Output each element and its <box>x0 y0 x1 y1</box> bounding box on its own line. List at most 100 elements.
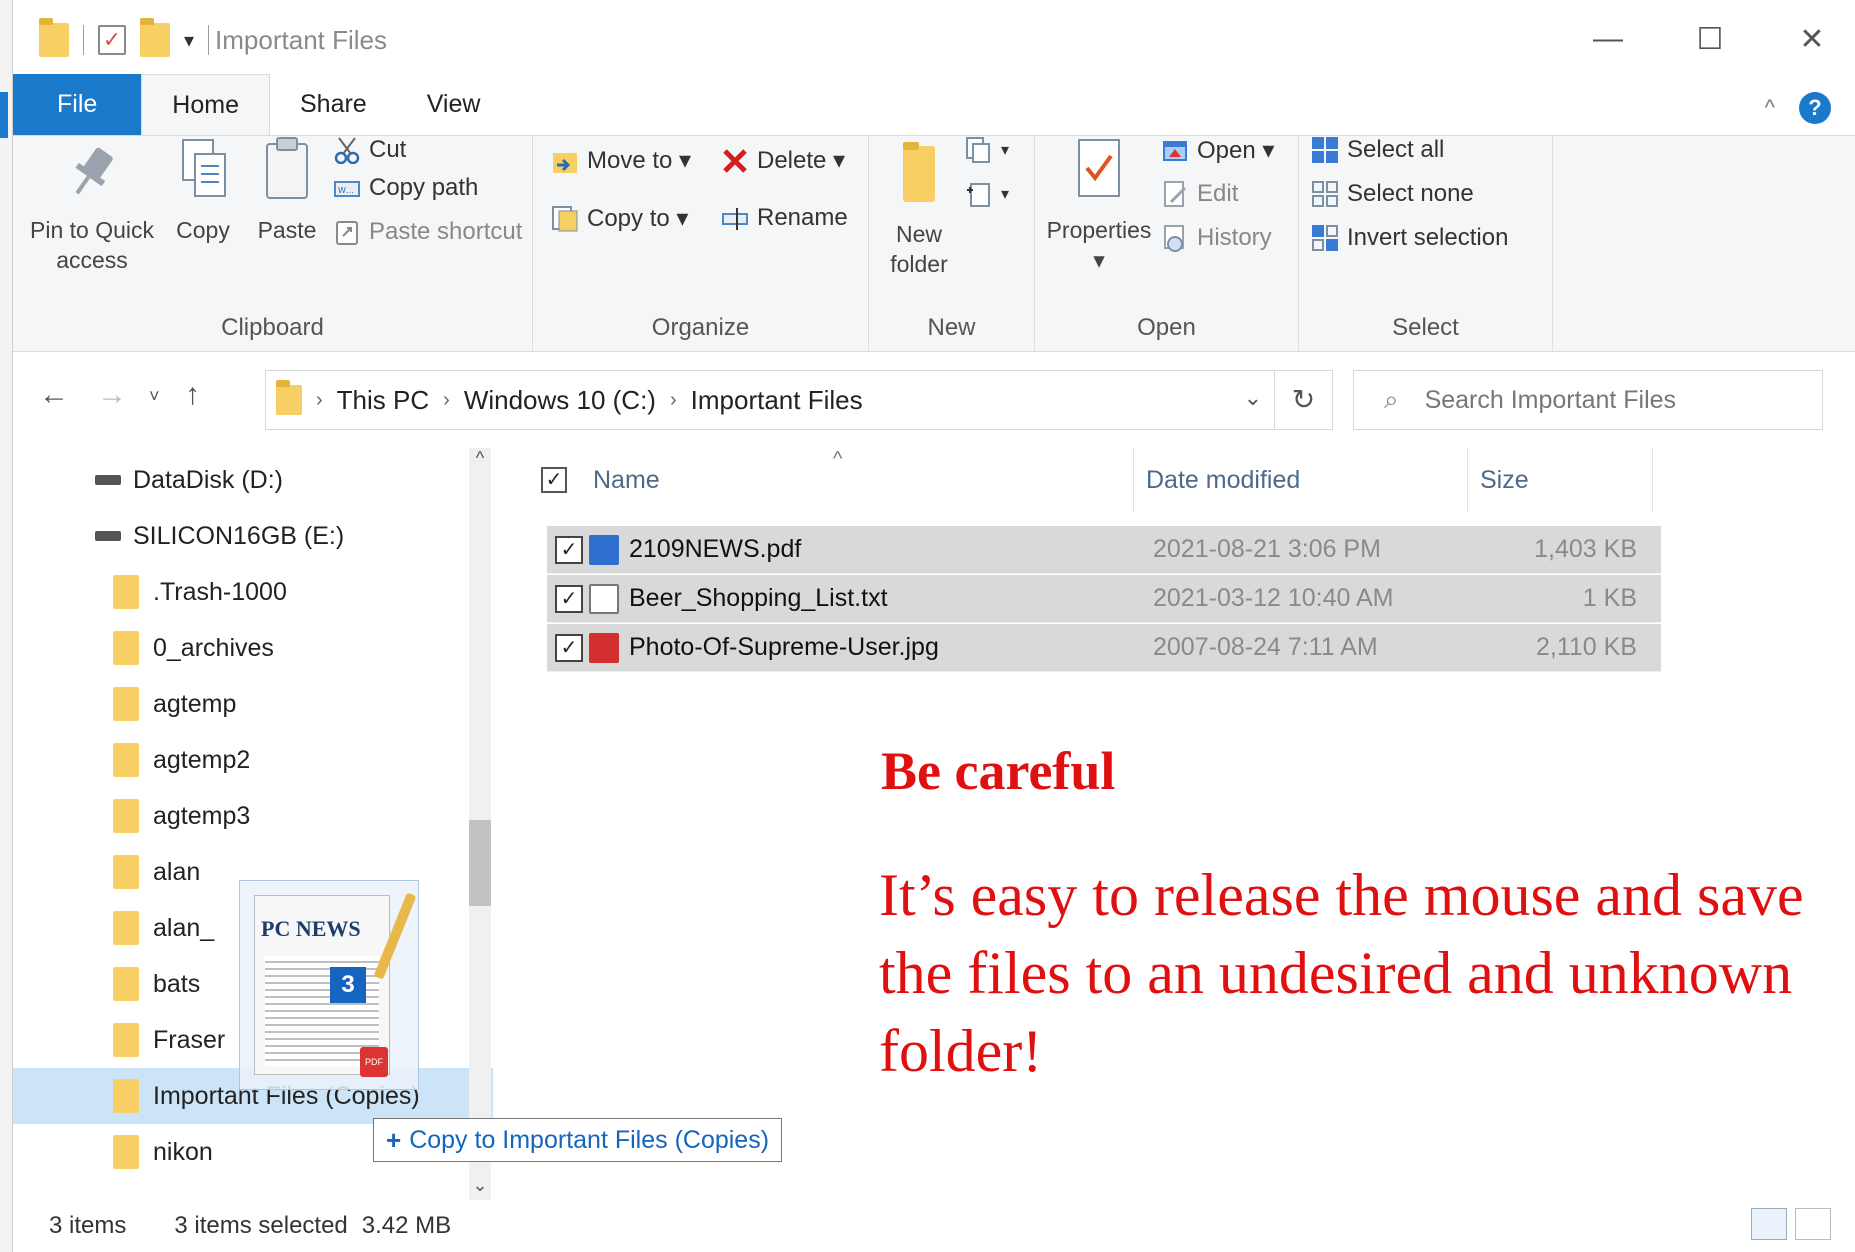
nav-folder-0-archives[interactable]: 0_archives <box>13 620 493 676</box>
breadcrumb-current-folder[interactable]: Important Files <box>691 385 863 416</box>
properties-quick-icon[interactable]: ✓ <box>98 25 126 55</box>
column-header-date[interactable]: Date modified <box>1133 448 1467 512</box>
refresh-icon[interactable]: ↻ <box>1274 371 1332 429</box>
organize-group-label: Organize <box>651 314 750 341</box>
nav-folder-trash[interactable]: .Trash-1000 <box>13 564 493 620</box>
invert-selection-button[interactable]: Invert selection <box>1311 224 1508 252</box>
folder-icon <box>113 911 139 945</box>
quick-access-toolbar: ✓ ▾ <box>39 18 210 57</box>
status-selected-count: 3 items selected <box>174 1212 348 1239</box>
file-name: Photo-Of-Supreme-User.jpg <box>629 633 939 661</box>
breadcrumb-separator-icon[interactable]: › <box>670 389 677 412</box>
rename-button[interactable]: Rename <box>721 204 848 232</box>
large-icons-view-icon[interactable] <box>1795 1208 1831 1240</box>
paste-button[interactable]: Paste <box>247 136 327 245</box>
copy-path-button[interactable]: W… Copy path <box>333 174 478 202</box>
minimize-button[interactable]: — <box>1588 22 1628 57</box>
copy-button[interactable]: Copy <box>163 136 243 245</box>
select-none-icon <box>1311 180 1339 208</box>
row-checkbox[interactable]: ✓ <box>555 584 583 613</box>
copy-icon <box>182 139 226 197</box>
address-bar[interactable]: › This PC › Windows 10 (C:) › Important … <box>265 370 1333 430</box>
close-button[interactable]: ✕ <box>1792 22 1832 57</box>
properties-icon <box>1078 139 1120 197</box>
address-history-chevron-icon[interactable]: ⌄ <box>1244 385 1262 411</box>
history-button[interactable]: History <box>1161 224 1272 252</box>
scroll-down-icon[interactable]: ⌄ <box>469 1175 491 1196</box>
details-view-icon[interactable] <box>1751 1208 1787 1240</box>
nav-pane-scrollbar[interactable]: ^ ⌄ <box>469 448 491 1200</box>
delete-button[interactable]: Delete ▾ <box>721 146 845 175</box>
column-header-size[interactable]: Size <box>1467 448 1653 512</box>
forward-arrow-icon[interactable]: → <box>97 378 127 412</box>
help-icon[interactable]: ? <box>1799 92 1831 124</box>
nav-item-label: 0_archives <box>153 633 274 662</box>
tab-view[interactable]: View <box>397 74 511 135</box>
column-header-name[interactable]: Name <box>593 466 1133 495</box>
annotation-body: It’s easy to release the mouse and save … <box>879 862 1804 1084</box>
cut-label: Cut <box>369 136 407 163</box>
window-title: Important Files <box>215 24 387 55</box>
up-arrow-icon[interactable]: ↑ <box>185 378 200 412</box>
new-item-icon <box>965 136 993 164</box>
rename-label: Rename <box>757 204 848 231</box>
ribbon-help-area: ^ ? <box>1765 92 1831 124</box>
move-to-button[interactable]: Move to ▾ <box>551 146 691 175</box>
pin-icon <box>75 147 113 195</box>
nav-drive-datadisk[interactable]: DataDisk (D:) <box>13 452 493 508</box>
breadcrumb-separator-icon[interactable]: › <box>316 389 323 412</box>
easy-access-button[interactable]: ▾ <box>965 180 1009 208</box>
drive-icon <box>95 531 121 541</box>
folder-icon <box>113 967 139 1001</box>
back-arrow-icon[interactable]: ← <box>39 378 69 412</box>
collapse-ribbon-icon[interactable]: ^ <box>1765 95 1775 121</box>
new-item-button[interactable]: ▾ <box>965 136 1009 164</box>
paste-icon <box>266 137 308 199</box>
status-item-count: 3 items <box>49 1212 127 1239</box>
breadcrumb-windows-drive[interactable]: Windows 10 (C:) <box>464 385 656 416</box>
maximize-button[interactable]: ☐ <box>1690 22 1730 57</box>
nav-folder-agtemp3[interactable]: agtemp3 <box>13 788 493 844</box>
tab-home[interactable]: Home <box>141 74 270 135</box>
clipboard-group-label: Clipboard <box>221 314 324 341</box>
file-row[interactable]: ✓ Beer_Shopping_List.txt 2021-03-12 10:4… <box>547 575 1661 623</box>
folder-icon <box>276 380 302 415</box>
row-checkbox[interactable]: ✓ <box>555 535 583 564</box>
edit-button[interactable]: Edit <box>1161 180 1238 208</box>
nav-folder-agtemp2[interactable]: agtemp2 <box>13 732 493 788</box>
select-all-label: Select all <box>1347 136 1445 163</box>
paste-label: Paste <box>257 217 317 243</box>
select-all-button[interactable]: Select all <box>1311 136 1444 164</box>
tab-file[interactable]: File <box>13 74 142 135</box>
open-group-label: Open <box>1137 314 1196 341</box>
file-row[interactable]: ✓ 2109NEWS.pdf 2021-08-21 3:06 PM 1,403 … <box>547 526 1661 574</box>
search-input[interactable]: ⌕ Search Important Files <box>1353 370 1823 430</box>
nav-item-label: agtemp3 <box>153 801 251 830</box>
nav-folder-agtemp[interactable]: agtemp <box>13 676 493 732</box>
file-date: 2007-08-24 7:11 AM <box>1153 633 1378 661</box>
row-checkbox[interactable]: ✓ <box>555 633 583 662</box>
cut-button[interactable]: Cut <box>333 136 407 165</box>
new-folder-quick-icon[interactable] <box>140 18 170 57</box>
scroll-up-icon[interactable]: ^ <box>469 448 491 469</box>
select-group-label: Select <box>1392 314 1459 341</box>
customize-toolbar-icon[interactable]: ▾ <box>184 28 194 53</box>
open-button[interactable]: Open ▾ <box>1161 136 1274 165</box>
tab-share[interactable]: Share <box>270 74 397 135</box>
new-folder-label-line2: folder <box>890 251 948 277</box>
recent-locations-chevron-icon[interactable]: ˅ <box>149 386 160 407</box>
folder-icon <box>113 1023 139 1057</box>
pin-to-quick-access-button[interactable]: Pin to Quick access <box>27 142 157 275</box>
file-row[interactable]: ✓ Photo-Of-Supreme-User.jpg 2007-08-24 7… <box>547 624 1661 672</box>
move-to-icon <box>551 147 579 175</box>
scrollbar-thumb[interactable] <box>469 820 491 906</box>
new-folder-button[interactable]: New folder <box>881 140 957 279</box>
select-all-checkbox[interactable]: ✓ <box>541 467 567 493</box>
nav-drive-silicon16gb[interactable]: SILICON16GB (E:) <box>13 508 493 564</box>
properties-button[interactable]: Properties ▾ <box>1039 136 1159 275</box>
paste-shortcut-button[interactable]: Paste shortcut <box>333 218 522 246</box>
breadcrumb-separator-icon[interactable]: › <box>443 389 450 412</box>
breadcrumb-this-pc[interactable]: This PC <box>337 385 429 416</box>
copy-to-button[interactable]: Copy to ▾ <box>551 204 688 233</box>
select-none-button[interactable]: Select none <box>1311 180 1474 208</box>
